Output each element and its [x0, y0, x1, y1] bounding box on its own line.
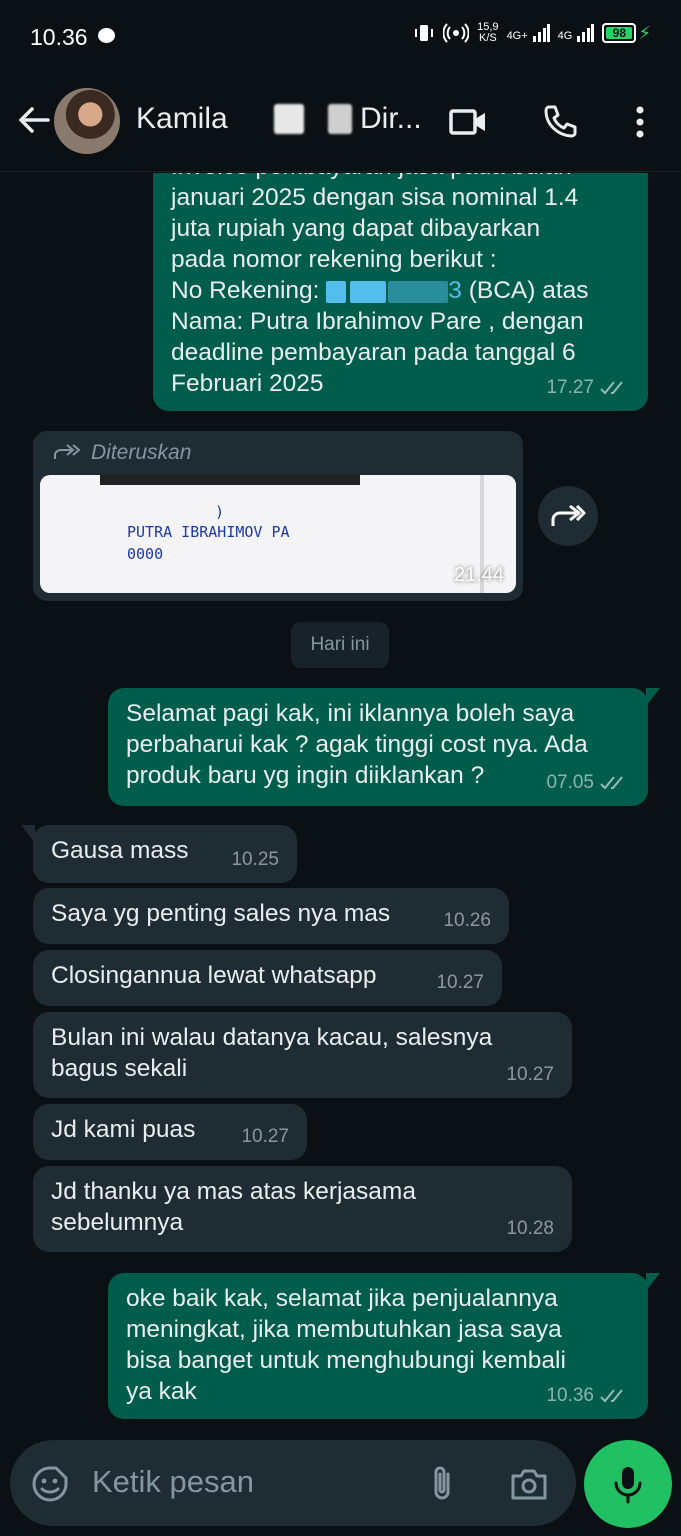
message-line: juta rupiah yang dapat dibayarkan	[171, 215, 541, 242]
signal-bars-icon	[577, 24, 595, 42]
message-text: Jd kami puas	[51, 1116, 196, 1143]
status-time: 10.36	[30, 24, 88, 50]
message-input-bar[interactable]: Ketik pesan	[10, 1440, 576, 1526]
message-outgoing[interactable]: oke baik kak, selamat jika penjualannya …	[108, 1273, 660, 1419]
account-number-link[interactable]: 3	[326, 277, 462, 304]
chat-area[interactable]: Invoice pembayaran jasa pada bulan janua…	[0, 173, 681, 1435]
message-incoming[interactable]: Closingannua lewat whatsapp 10.27	[33, 950, 502, 1006]
forward-arrow-icon	[551, 504, 586, 526]
signal-1: 4G+	[507, 24, 550, 42]
read-ticks-icon	[600, 380, 623, 394]
message-line: januari 2025 dengan sisa nominal 1.4	[171, 184, 579, 211]
status-icons: 15,9 K/S 4G+ 4G 98 ⚡	[413, 22, 651, 44]
video-call-icon[interactable]	[448, 102, 488, 142]
avatar[interactable]	[54, 88, 120, 154]
forwarded-image[interactable]: ) PUTRA IBRAHIMOV PA 0000 21.44	[40, 475, 516, 593]
message-text: Closingannua lewat whatsapp	[51, 962, 377, 989]
message-meta: 10.27	[506, 1064, 554, 1085]
contact-name-suffix[interactable]: Dir...	[360, 102, 422, 136]
net-speed-unit: K/S	[478, 32, 497, 44]
message-meta: 07.05	[546, 767, 630, 798]
redacted-block	[100, 475, 360, 485]
message-outgoing[interactable]: Invoice pembayaran jasa pada bulan janua…	[153, 173, 648, 411]
message-incoming[interactable]: Bulan ini walau datanya kacau, salesnya …	[33, 1012, 572, 1098]
message-line: deadline pembayaran pada tanggal 6	[171, 339, 576, 366]
attach-icon[interactable]	[424, 1464, 460, 1504]
message-line: sebelumnya	[51, 1209, 184, 1236]
date-separator: Hari ini	[291, 622, 389, 668]
message-meta: 10.27	[241, 1126, 289, 1147]
forwarded-icon	[54, 444, 81, 459]
message-meta: 10.28	[506, 1218, 554, 1239]
message-incoming[interactable]: Gausa mass 10.25	[21, 825, 297, 883]
message-time: 21.44	[453, 564, 504, 586]
camera-icon[interactable]	[508, 1464, 550, 1504]
notification-icon	[98, 28, 115, 43]
message-meta: 10.26	[443, 910, 491, 931]
message-text: Saya yg penting sales nya mas	[51, 900, 391, 927]
message-line: bisa banget untuk menghubungi kembali	[126, 1347, 566, 1374]
message-line: Invoice pembayaran jasa pada bulan	[171, 173, 630, 182]
redacted-block	[274, 104, 304, 134]
back-arrow-icon[interactable]	[14, 100, 54, 140]
signal-2: 4G	[558, 24, 595, 42]
battery-icon: 98 ⚡	[602, 23, 651, 44]
message-line: Nama: Putra Ibrahimov Pare , dengan	[171, 308, 584, 335]
mic-icon	[614, 1467, 642, 1504]
message-line: Bulan ini walau datanya kacau, salesnya	[51, 1024, 493, 1051]
message-incoming-forwarded[interactable]: Diteruskan ) PUTRA IBRAHIMOV PA 0000 21.…	[33, 431, 523, 601]
message-line: perbaharui kak ? agak tinggi cost nya. A…	[126, 731, 588, 758]
charging-icon: ⚡	[638, 22, 651, 43]
signal-bars-icon	[532, 24, 550, 42]
message-incoming[interactable]: Jd thanku ya mas atas kerjasama sebelumn…	[33, 1166, 572, 1252]
contact-name[interactable]: Kamila	[136, 102, 228, 136]
message-line: Selamat pagi kak, ini iklannya boleh say…	[126, 700, 575, 727]
message-incoming[interactable]: Saya yg penting sales nya mas 10.26	[33, 888, 509, 944]
message-line: Jd thanku ya mas atas kerjasama	[51, 1178, 416, 1205]
status-bar: 10.36 15,9 K/S 4G+ 4G 98 ⚡	[0, 0, 681, 72]
message-incoming[interactable]: Jd kami puas 10.27	[33, 1104, 307, 1160]
forwarded-label: Diteruskan	[53, 441, 191, 465]
vibrate-icon	[415, 25, 434, 41]
more-options-icon[interactable]	[620, 102, 660, 142]
phone-call-icon[interactable]	[540, 102, 580, 142]
forward-button[interactable]	[538, 486, 598, 546]
message-meta: 10.36	[546, 1380, 630, 1411]
message-meta: 17.27	[546, 372, 630, 403]
message-line: meningkat, jika membutuhkan jasa saya	[126, 1316, 562, 1343]
read-ticks-icon	[600, 1388, 623, 1402]
message-text: Gausa mass	[51, 837, 189, 864]
message-meta: 10.27	[436, 972, 484, 993]
message-outgoing[interactable]: Selamat pagi kak, ini iklannya boleh say…	[108, 688, 660, 806]
message-line: bagus sekali	[51, 1055, 188, 1082]
read-ticks-icon	[600, 775, 623, 789]
message-line: No Rekening: 3 (BCA) atas	[171, 277, 589, 304]
sticker-emoji-icon[interactable]	[30, 1464, 70, 1504]
redacted-block	[328, 104, 352, 134]
hotspot-icon	[443, 23, 470, 43]
chat-header: Kamila Dir...	[0, 72, 681, 172]
voice-record-button[interactable]	[584, 1440, 672, 1528]
message-meta: 10.25	[231, 849, 279, 870]
message-line: oke baik kak, selamat jika penjualannya	[126, 1285, 558, 1312]
message-line: pada nomor rekening berikut :	[171, 246, 497, 273]
message-input[interactable]: Ketik pesan	[92, 1464, 254, 1500]
